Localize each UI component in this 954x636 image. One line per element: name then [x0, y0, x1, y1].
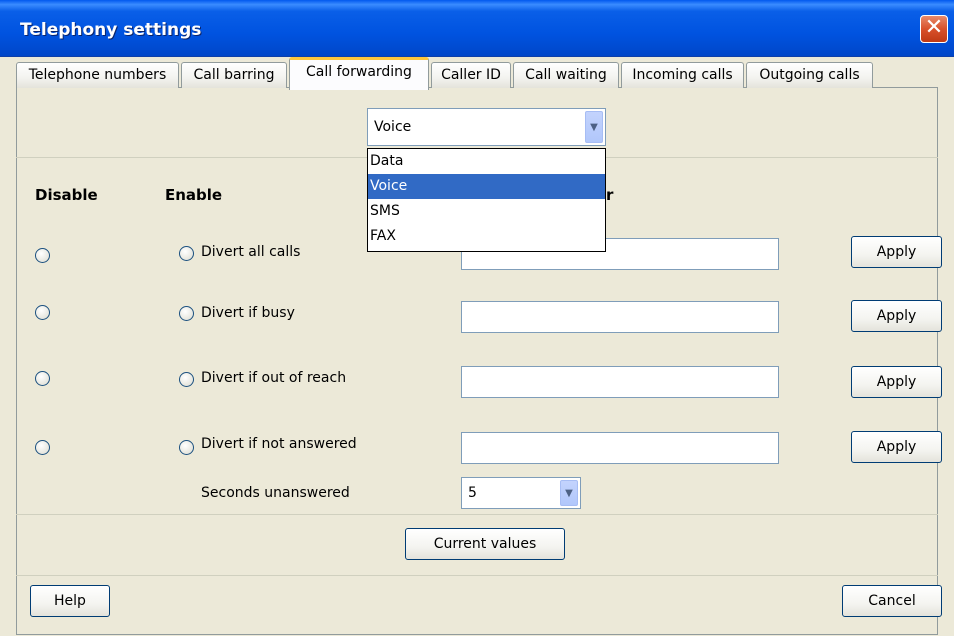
apply-out-of-reach-button[interactable]: Apply — [851, 366, 942, 398]
disable-column-header: Disable — [35, 186, 98, 204]
enable-radio-busy[interactable] — [179, 306, 194, 321]
help-button[interactable]: Help — [30, 585, 110, 617]
divert-all-calls-label: Divert all calls — [201, 244, 301, 260]
option-data[interactable]: Data — [368, 149, 605, 174]
tab-telephone-numbers[interactable]: Telephone numbers — [16, 62, 179, 88]
divert-if-out-of-reach-number-input[interactable] — [461, 366, 779, 398]
tab-incoming-calls[interactable]: Incoming calls — [621, 62, 744, 88]
enable-column-header: Enable — [165, 186, 223, 204]
seconds-unanswered-select[interactable]: 5 ▼ — [461, 477, 581, 509]
tab-call-waiting[interactable]: Call waiting — [513, 62, 619, 88]
apply-all-calls-button[interactable]: Apply — [851, 236, 942, 268]
window-title: Telephony settings — [20, 20, 202, 40]
chevron-down-icon[interactable]: ▼ — [560, 480, 578, 506]
title-bar: Telephony settings ✕ — [0, 0, 954, 57]
tab-outgoing-calls[interactable]: Outgoing calls — [746, 62, 873, 88]
close-icon[interactable]: ✕ — [920, 15, 948, 43]
divert-if-busy-number-input[interactable] — [461, 301, 779, 333]
divert-if-busy-label: Divert if busy — [201, 305, 295, 321]
enable-radio-all-calls[interactable] — [179, 246, 194, 261]
option-voice[interactable]: Voice — [368, 174, 605, 199]
disable-radio-busy[interactable] — [35, 305, 50, 320]
service-type-select[interactable]: Voice ▼ — [367, 108, 606, 146]
tab-call-forwarding[interactable]: Call forwarding — [289, 57, 429, 90]
disable-radio-all-calls[interactable] — [35, 248, 50, 263]
service-type-dropdown-list: Data Voice SMS FAX — [367, 148, 606, 252]
service-type-value: Voice — [374, 119, 412, 135]
option-sms[interactable]: SMS — [368, 199, 605, 224]
chevron-down-icon[interactable]: ▼ — [585, 111, 603, 143]
tab-call-barring[interactable]: Call barring — [181, 62, 287, 88]
divert-if-not-answered-number-input[interactable] — [461, 432, 779, 464]
seconds-unanswered-label: Seconds unanswered — [201, 485, 350, 501]
option-fax[interactable]: FAX — [368, 224, 605, 249]
apply-not-answered-button[interactable]: Apply — [851, 431, 942, 463]
tab-caller-id[interactable]: Caller ID — [431, 62, 511, 88]
disable-radio-out-of-reach[interactable] — [35, 371, 50, 386]
divert-if-not-answered-label: Divert if not answered — [201, 436, 357, 452]
enable-radio-not-answered[interactable] — [179, 440, 194, 455]
divert-if-out-of-reach-label: Divert if out of reach — [201, 370, 347, 386]
current-values-button[interactable]: Current values — [405, 528, 565, 560]
apply-busy-button[interactable]: Apply — [851, 300, 942, 332]
footer-separator — [16, 575, 938, 576]
seconds-unanswered-value: 5 — [468, 485, 477, 501]
disable-radio-not-answered[interactable] — [35, 440, 50, 455]
cancel-button[interactable]: Cancel — [842, 585, 942, 617]
number-column-header: r — [606, 186, 614, 204]
enable-radio-out-of-reach[interactable] — [179, 372, 194, 387]
